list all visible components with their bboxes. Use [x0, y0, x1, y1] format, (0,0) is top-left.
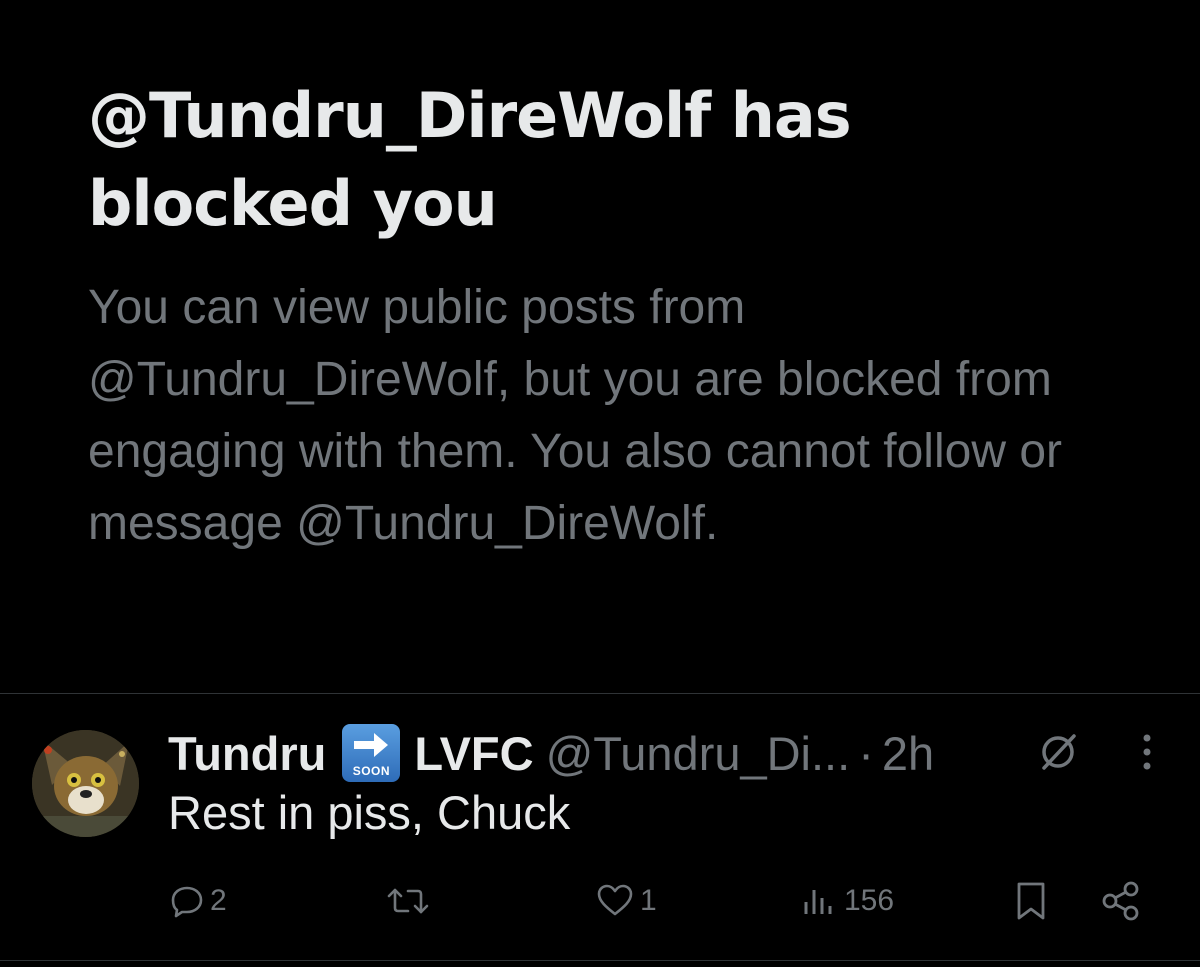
repost-icon	[387, 888, 429, 914]
like-count: 1	[640, 884, 657, 917]
separator-dot: ·	[858, 726, 874, 780]
repost-button[interactable]	[386, 876, 430, 926]
display-name[interactable]: Tundru	[168, 726, 326, 781]
timestamp[interactable]: 2h	[882, 726, 934, 781]
views-icon	[804, 890, 832, 914]
tweet-header: Tundru SOON LVFC @Tundru_Di... · 2h	[168, 724, 934, 782]
bottom-divider	[0, 960, 1200, 961]
share-icon	[1102, 881, 1139, 921]
tweet[interactable]: Tundru SOON LVFC @Tundru_Di... · 2h Rest…	[0, 694, 1200, 967]
bookmark-button[interactable]	[1014, 876, 1048, 926]
bookmark-icon	[1017, 882, 1045, 920]
reply-button[interactable]: 2	[170, 876, 227, 926]
share-button[interactable]	[1100, 876, 1142, 926]
blocked-title: @Tundru_DireWolf has blocked you	[88, 79, 852, 240]
page: @Tundru_DireWolf has blocked you You can…	[0, 0, 1200, 967]
soon-arrow-icon: SOON	[342, 724, 401, 782]
reply-count: 2	[210, 884, 227, 917]
like-button[interactable]: 1	[596, 876, 657, 926]
reply-icon	[171, 886, 203, 918]
handle[interactable]: @Tundru_Di...	[546, 726, 851, 781]
blocked-notice: @Tundru_DireWolf has blocked you You can…	[88, 72, 1128, 560]
tweet-text: Rest in piss, Chuck	[168, 786, 571, 839]
tweet-actions: 2 1 156	[0, 876, 1200, 926]
more-icon[interactable]	[1130, 730, 1164, 774]
grok-icon[interactable]	[1036, 730, 1080, 774]
avatar[interactable]	[32, 730, 139, 837]
display-name-suffix[interactable]: LVFC	[414, 726, 533, 781]
views-button[interactable]: 156	[800, 876, 894, 926]
blocked-description: You can view public posts from @Tundru_D…	[88, 281, 1062, 550]
soon-badge-text: SOON	[352, 764, 391, 778]
like-icon	[597, 884, 633, 916]
views-count: 156	[844, 884, 895, 917]
